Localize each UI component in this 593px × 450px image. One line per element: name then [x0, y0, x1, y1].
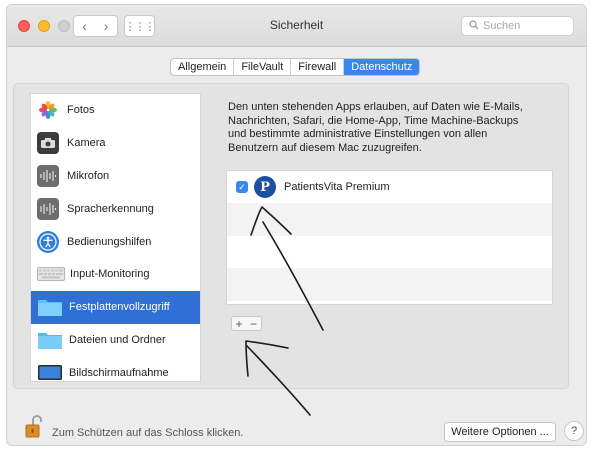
remove-app-button[interactable]: − [246, 316, 262, 331]
speech-recognition-icon [37, 197, 59, 220]
camera-icon [37, 132, 59, 155]
lock-icon[interactable] [25, 415, 43, 439]
lock-label: Zum Schützen auf das Schloss klicken. [52, 427, 244, 439]
sidebar-item-kamera[interactable]: Kamera [31, 127, 200, 160]
search-icon [469, 19, 479, 33]
sidebar-item-label: Spracherkennung [67, 202, 154, 215]
sidebar-item-dateien-und-ordner[interactable]: Dateien und Ordner [31, 324, 200, 357]
sidebar-item-label: Mikrofon [67, 169, 110, 182]
permission-description: Den unten stehenden Apps erlauben, auf D… [228, 101, 523, 154]
list-item [227, 268, 552, 301]
folder-icon [37, 296, 63, 318]
add-app-button[interactable]: + [231, 316, 247, 331]
sidebar-item-spracherkennung[interactable]: Spracherkennung [31, 192, 200, 225]
list-item [227, 236, 552, 268]
search-placeholder: Suchen [483, 20, 521, 32]
sidebar-item-label: Kamera [67, 137, 106, 150]
sidebar-item-label: Festplattenvollzugriff [69, 301, 170, 314]
sidebar-item-label: Bedienungshilfen [67, 235, 152, 248]
patientsvita-app-icon: P [254, 176, 276, 199]
tab-bar: Allgemein FileVault Firewall Datenschutz [170, 58, 421, 76]
folder-icon [37, 329, 63, 351]
sidebar-item-label: Bildschirmaufnahme [69, 366, 169, 379]
photos-icon [37, 99, 59, 121]
privacy-category-list: Fotos Kamera Mikrofon Spracherkennung Be… [30, 93, 201, 382]
app-checkbox[interactable]: ✓ [236, 181, 248, 194]
sidebar-item-label: Input-Monitoring [70, 268, 150, 281]
tab-firewall[interactable]: Firewall [291, 59, 345, 75]
tab-allgemein[interactable]: Allgemein [171, 59, 235, 75]
sidebar-item-label: Dateien und Ordner [69, 333, 166, 346]
sidebar-item-bedienungshilfen[interactable]: Bedienungshilfen [31, 225, 200, 258]
title-bar: ‹ › ⋮⋮⋮ Sicherheit Suchen [7, 5, 586, 47]
search-field[interactable]: Suchen [461, 16, 574, 36]
tab-datenschutz[interactable]: Datenschutz [344, 59, 420, 75]
sidebar-item-fotos[interactable]: Fotos [31, 94, 200, 127]
help-button[interactable]: ? [564, 421, 584, 441]
sidebar-item-bildschirmaufnahme[interactable]: Bildschirmaufnahme [31, 356, 200, 381]
keyboard-icon [37, 263, 65, 285]
tab-filevault[interactable]: FileVault [234, 59, 292, 75]
sidebar-item-label: Fotos [67, 104, 95, 117]
sidebar-item-input-monitoring[interactable]: Input-Monitoring [31, 258, 200, 291]
app-name: PatientsVita Premium [284, 181, 390, 194]
app-list: ✓ P PatientsVita Premium [226, 170, 553, 305]
accessibility-icon [37, 230, 59, 253]
sidebar-item-mikrofon[interactable]: Mikrofon [31, 160, 200, 193]
sidebar-item-festplattenvollzugriff[interactable]: Festplattenvollzugriff [31, 290, 200, 324]
list-item [227, 301, 552, 304]
list-item [227, 203, 552, 236]
more-options-button[interactable]: Weitere Optionen ... [444, 422, 556, 442]
microphone-icon [37, 164, 59, 187]
display-icon [37, 362, 63, 381]
list-item[interactable]: ✓ P PatientsVita Premium [227, 171, 552, 203]
